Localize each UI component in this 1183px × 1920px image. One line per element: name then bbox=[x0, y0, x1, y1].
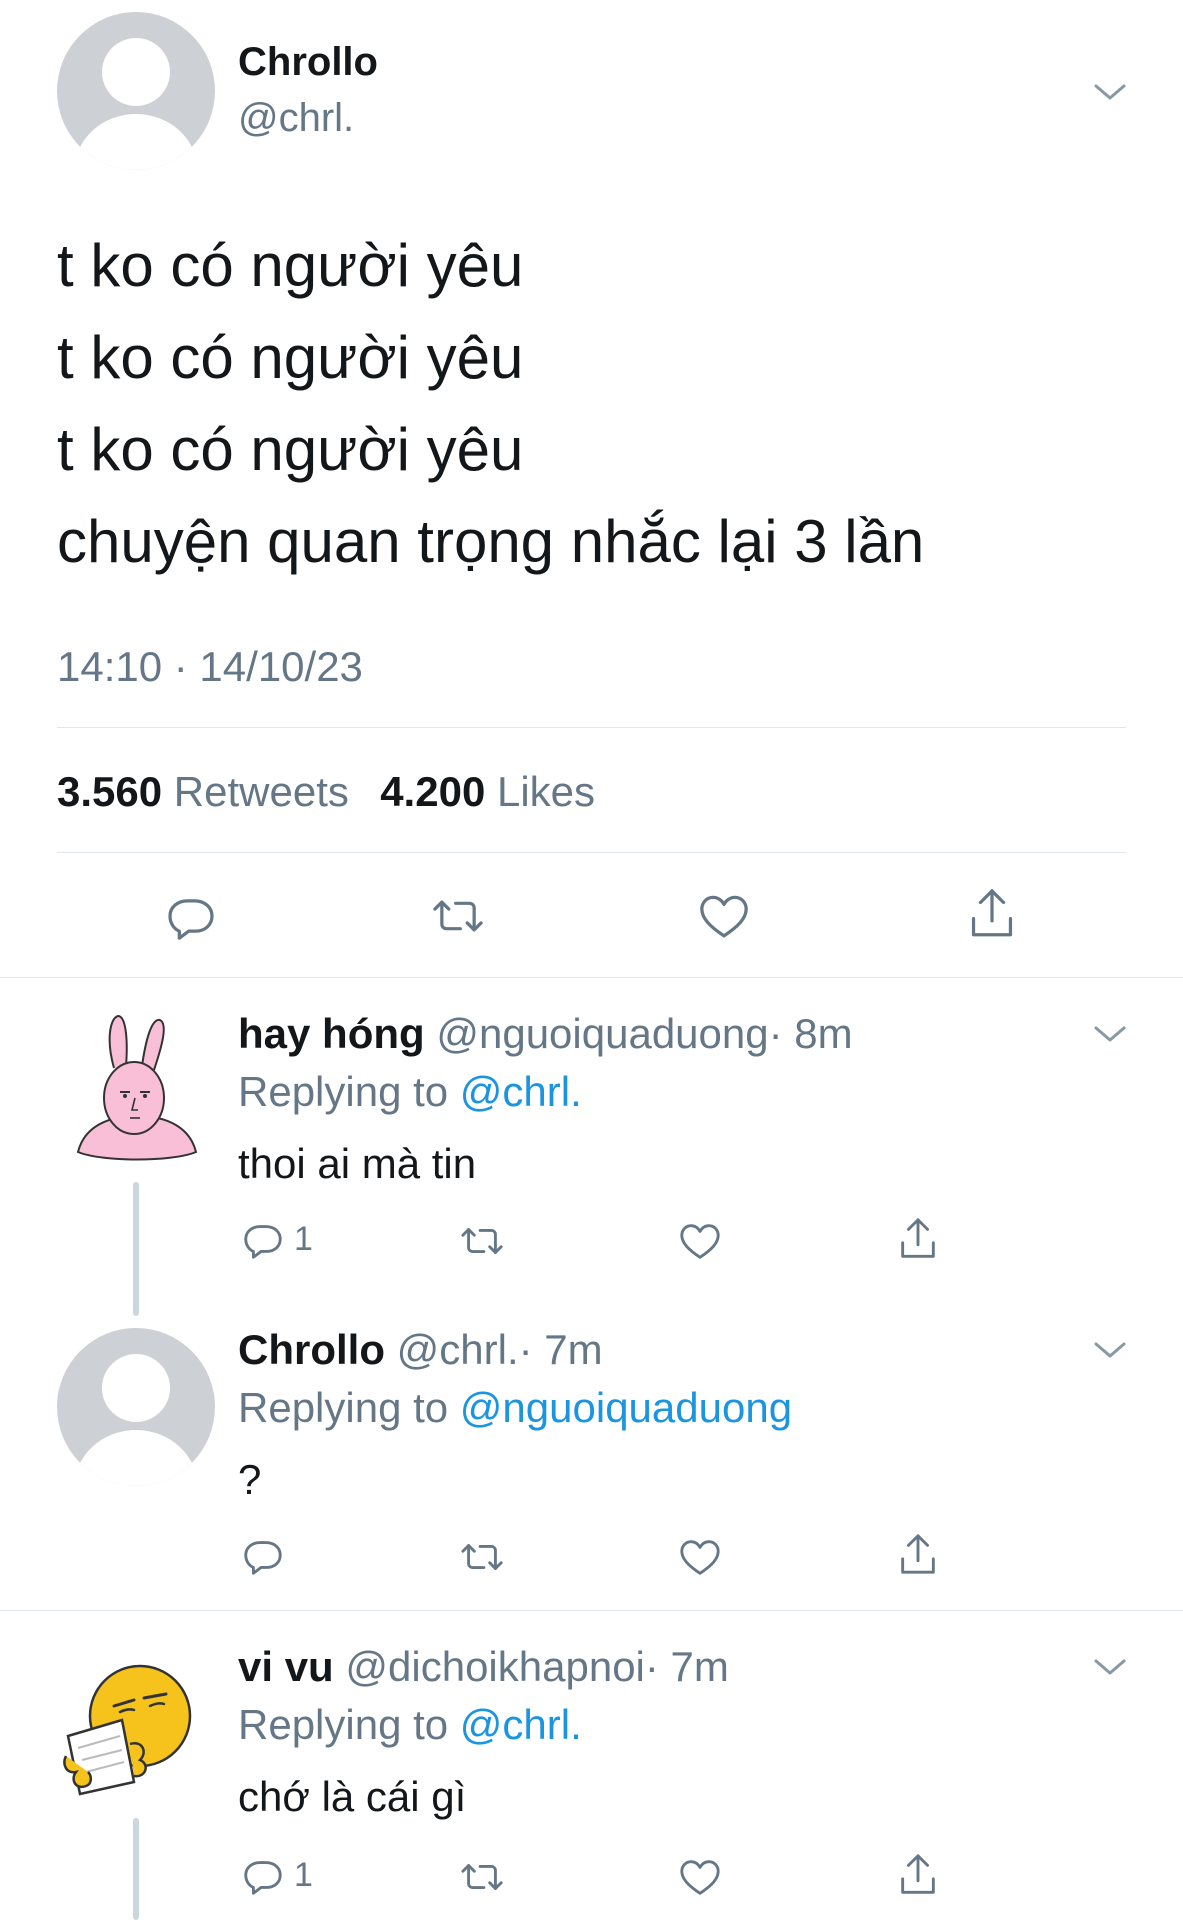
reply-button[interactable] bbox=[163, 888, 219, 944]
replying-to-link[interactable]: @nguoiquaduong bbox=[460, 1384, 792, 1431]
reply-author-handle[interactable]: @chrl. bbox=[397, 1326, 519, 1373]
comment-icon bbox=[244, 1541, 282, 1575]
tweet-line: t ko có người yêu bbox=[57, 232, 524, 299]
chevron-down-icon bbox=[1094, 1026, 1126, 1042]
comment-icon bbox=[244, 1225, 282, 1259]
retweet-button[interactable] bbox=[456, 1534, 508, 1580]
reply-text: thoi ai mà tin bbox=[238, 1140, 477, 1187]
tweet-stats: 3.560 Retweets 4.200 Likes bbox=[57, 768, 595, 816]
tweet-line: chuyện quan trọng nhắc lại 3 lần bbox=[57, 508, 925, 575]
heart-icon bbox=[680, 1860, 720, 1895]
reply-menu-button[interactable] bbox=[1092, 1338, 1128, 1367]
like-button[interactable] bbox=[677, 1534, 723, 1580]
share-icon bbox=[971, 889, 1013, 937]
heart-icon bbox=[680, 1540, 720, 1575]
retweet-icon bbox=[461, 1228, 503, 1254]
emoji-reading-avatar-icon bbox=[63, 1664, 192, 1796]
replying-to-link[interactable]: @chrl. bbox=[460, 1068, 582, 1115]
reply-text: chớ là cái gì bbox=[238, 1773, 467, 1820]
reply-menu-button[interactable] bbox=[1092, 1022, 1128, 1051]
reply-author-handle[interactable]: @dichoikhapnoi bbox=[345, 1643, 645, 1690]
like-button[interactable] bbox=[696, 888, 752, 944]
like-button[interactable] bbox=[677, 1218, 723, 1264]
reply-menu-button[interactable] bbox=[1092, 1655, 1128, 1684]
tweet-text: t ko có người yêu t ko có người yêu t ko… bbox=[57, 220, 924, 588]
comment-icon bbox=[244, 1861, 282, 1895]
replying-to-prefix: Replying to bbox=[238, 1384, 449, 1431]
reply-button[interactable]: 1 bbox=[240, 1852, 313, 1898]
replying-to-link[interactable]: @chrl. bbox=[460, 1701, 582, 1748]
reply-button[interactable]: 1 bbox=[240, 1216, 313, 1262]
replying-to: Replying to @nguoiquaduong bbox=[238, 1384, 792, 1432]
reply-time[interactable]: · 7m bbox=[645, 1643, 729, 1690]
chevron-down-icon bbox=[1094, 1659, 1126, 1675]
retweet-button[interactable] bbox=[456, 1854, 508, 1900]
bunny-avatar-icon bbox=[76, 1014, 198, 1161]
reply-header: vi vu @dichoikhapnoi· 7m bbox=[238, 1643, 729, 1691]
tweet-line: t ko có người yêu bbox=[57, 324, 524, 391]
replying-to-prefix: Replying to bbox=[238, 1701, 449, 1748]
reply-text: ? bbox=[238, 1456, 262, 1503]
retweets-label[interactable]: Retweets bbox=[174, 768, 349, 815]
reply-count: 1 bbox=[294, 1855, 313, 1894]
reply-avatar-emoji[interactable] bbox=[62, 1660, 202, 1800]
reply-avatar-bunny[interactable] bbox=[72, 1010, 202, 1170]
replying-to: Replying to @chrl. bbox=[238, 1701, 582, 1749]
tweet-line: t ko có người yêu bbox=[57, 416, 524, 483]
share-icon bbox=[901, 1218, 935, 1258]
heart-icon bbox=[680, 1224, 720, 1259]
chevron-down-icon bbox=[1094, 1342, 1126, 1358]
thread-line bbox=[133, 1818, 139, 1920]
share-icon bbox=[901, 1534, 935, 1574]
tweet-timestamp[interactable]: 14:10 · 14/10/23 bbox=[57, 643, 363, 691]
thread-line bbox=[133, 1182, 139, 1316]
heart-icon bbox=[700, 895, 748, 938]
reply-author-name[interactable]: vi vu bbox=[238, 1643, 334, 1690]
reply-time[interactable]: · 8m bbox=[769, 1010, 853, 1057]
share-button[interactable] bbox=[895, 1530, 941, 1580]
retweet-button[interactable] bbox=[428, 888, 488, 944]
reply-author-name[interactable]: Chrollo bbox=[238, 1326, 385, 1373]
reply-header: hay hóng @nguoiquaduong· 8m bbox=[238, 1010, 853, 1058]
comment-icon bbox=[168, 899, 214, 940]
author-name[interactable]: Chrollo bbox=[238, 40, 378, 85]
replying-to-prefix: Replying to bbox=[238, 1068, 449, 1115]
reply-author-handle[interactable]: @nguoiquaduong bbox=[436, 1010, 768, 1057]
retweet-icon bbox=[433, 900, 483, 932]
tweet-menu-button[interactable] bbox=[1092, 80, 1128, 109]
retweet-button[interactable] bbox=[456, 1218, 508, 1264]
chevron-down-icon bbox=[1094, 84, 1126, 100]
default-avatar-icon bbox=[74, 38, 198, 170]
reply-button[interactable] bbox=[240, 1532, 294, 1578]
likes-count[interactable]: 4.200 bbox=[380, 768, 485, 815]
author-avatar[interactable] bbox=[57, 12, 215, 170]
share-button[interactable] bbox=[964, 884, 1020, 944]
reply-avatar-default[interactable] bbox=[57, 1328, 215, 1486]
author-handle[interactable]: @chrl. bbox=[238, 96, 354, 141]
share-icon bbox=[901, 1854, 935, 1894]
divider bbox=[0, 977, 1183, 978]
like-button[interactable] bbox=[677, 1854, 723, 1900]
reply-time[interactable]: · 7m bbox=[519, 1326, 603, 1373]
retweet-icon bbox=[461, 1544, 503, 1570]
reply-author-name[interactable]: hay hóng bbox=[238, 1010, 425, 1057]
share-button[interactable] bbox=[895, 1850, 941, 1900]
retweet-icon bbox=[461, 1864, 503, 1890]
default-avatar-icon bbox=[74, 1354, 198, 1486]
retweets-count[interactable]: 3.560 bbox=[57, 768, 162, 815]
reply-count: 1 bbox=[294, 1219, 313, 1258]
divider bbox=[57, 727, 1126, 728]
likes-label[interactable]: Likes bbox=[497, 768, 595, 815]
divider bbox=[57, 852, 1126, 853]
share-button[interactable] bbox=[895, 1214, 941, 1264]
divider bbox=[0, 1610, 1183, 1611]
replying-to: Replying to @chrl. bbox=[238, 1068, 582, 1116]
reply-header: Chrollo @chrl.· 7m bbox=[238, 1326, 603, 1374]
